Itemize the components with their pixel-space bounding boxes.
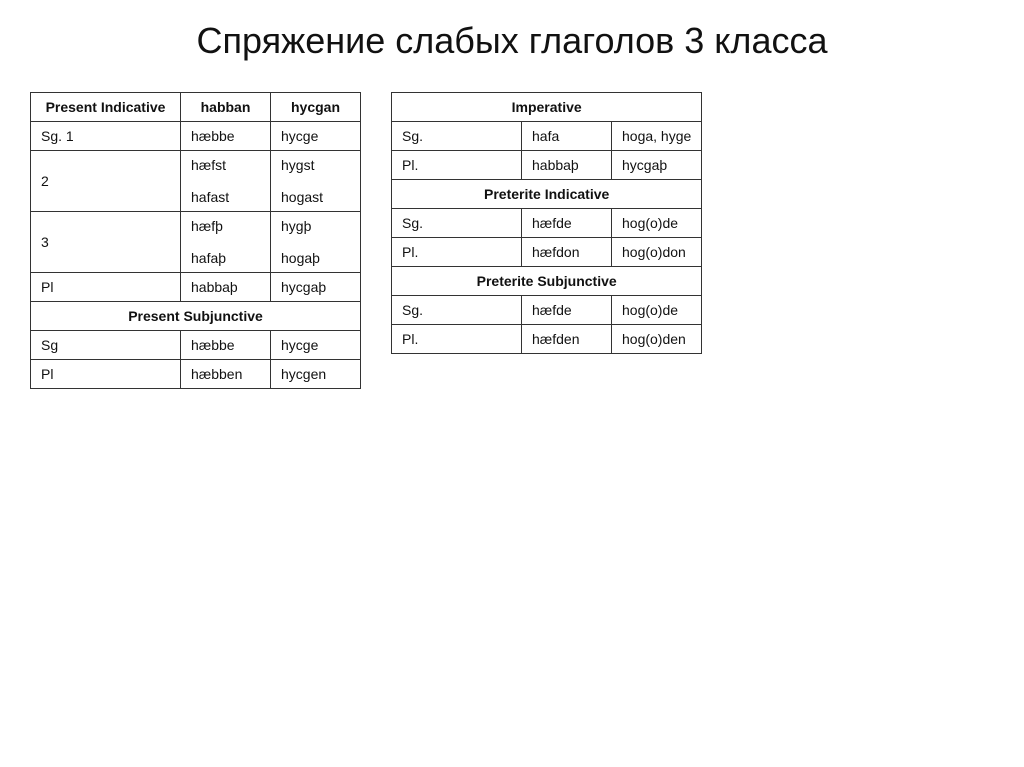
row-col2: hog(o)den bbox=[612, 325, 702, 354]
left-header-col1: habban bbox=[181, 93, 271, 122]
row-label: Sg. 1 bbox=[31, 122, 181, 151]
row-col1: habbaþ bbox=[522, 151, 612, 180]
row-col1: hæfden bbox=[522, 325, 612, 354]
row-label: Sg bbox=[31, 331, 181, 360]
row-col2: hycge bbox=[271, 331, 361, 360]
row-col2: hycgen bbox=[271, 360, 361, 389]
table-row: Sg hæbbe hycge bbox=[31, 331, 361, 360]
row-col1: hæfþ hafaþ bbox=[181, 212, 271, 273]
row-col1: hæfdon bbox=[522, 238, 612, 267]
left-table: Present Indicative habban hycgan Sg. 1 h… bbox=[30, 92, 361, 389]
table-row: 2 hæfst hafast hygst hogast bbox=[31, 151, 361, 212]
row-label: 2 bbox=[31, 151, 181, 212]
right-table: Imperative Sg. hafa hoga, hyge Pl. habba… bbox=[391, 92, 702, 354]
section-header-row: Present Subjunctive bbox=[31, 302, 361, 331]
imperative-header: Imperative bbox=[392, 93, 702, 122]
page-title: Спряжение слабых глаголов 3 класса bbox=[20, 20, 1004, 62]
row-col2: hycge bbox=[271, 122, 361, 151]
left-header-col0: Present Indicative bbox=[31, 93, 181, 122]
section-header-row: Preterite Indicative bbox=[392, 180, 702, 209]
table-row: Pl. hæfdon hog(o)don bbox=[392, 238, 702, 267]
row-col1: hæfde bbox=[522, 296, 612, 325]
table-row: Pl habbaþ hycgaþ bbox=[31, 273, 361, 302]
table-row: Pl. habbaþ hycgaþ bbox=[392, 151, 702, 180]
row-col2: hycgaþ bbox=[271, 273, 361, 302]
row-label: 3 bbox=[31, 212, 181, 273]
row-col1: hæfst hafast bbox=[181, 151, 271, 212]
row-col1: hæbbe bbox=[181, 331, 271, 360]
row-label: Pl bbox=[31, 360, 181, 389]
table-row: 3 hæfþ hafaþ hygþ hogaþ bbox=[31, 212, 361, 273]
row-col1: habbaþ bbox=[181, 273, 271, 302]
row-label: Sg. bbox=[392, 122, 522, 151]
row-label: Pl bbox=[31, 273, 181, 302]
table-row: Pl hæbben hycgen bbox=[31, 360, 361, 389]
tables-container: Present Indicative habban hycgan Sg. 1 h… bbox=[20, 92, 1004, 389]
row-col2: hygst hogast bbox=[271, 151, 361, 212]
right-section: Imperative Sg. hafa hoga, hyge Pl. habba… bbox=[391, 92, 702, 354]
section-header-row: Imperative bbox=[392, 93, 702, 122]
pret-subj-header: Preterite Subjunctive bbox=[392, 267, 702, 296]
row-label: Pl. bbox=[392, 325, 522, 354]
row-col2: hog(o)de bbox=[612, 296, 702, 325]
row-col2: hog(o)don bbox=[612, 238, 702, 267]
row-col2: hog(o)de bbox=[612, 209, 702, 238]
row-col1: hæbbe bbox=[181, 122, 271, 151]
left-header-col2: hycgan bbox=[271, 93, 361, 122]
row-col2: hygþ hogaþ bbox=[271, 212, 361, 273]
pret-ind-header: Preterite Indicative bbox=[392, 180, 702, 209]
row-label: Sg. bbox=[392, 296, 522, 325]
table-row: Sg. hafa hoga, hyge bbox=[392, 122, 702, 151]
left-section: Present Indicative habban hycgan Sg. 1 h… bbox=[30, 92, 361, 389]
row-label: Pl. bbox=[392, 151, 522, 180]
table-row: Sg. hæfde hog(o)de bbox=[392, 296, 702, 325]
row-col2: hycgaþ bbox=[612, 151, 702, 180]
present-subjunctive-header: Present Subjunctive bbox=[31, 302, 361, 331]
table-row: Sg. 1 hæbbe hycge bbox=[31, 122, 361, 151]
row-col1: hæbben bbox=[181, 360, 271, 389]
section-header-row: Preterite Subjunctive bbox=[392, 267, 702, 296]
row-col1: hæfde bbox=[522, 209, 612, 238]
table-row: Sg. hæfde hog(o)de bbox=[392, 209, 702, 238]
row-label: Sg. bbox=[392, 209, 522, 238]
table-row: Pl. hæfden hog(o)den bbox=[392, 325, 702, 354]
row-col2: hoga, hyge bbox=[612, 122, 702, 151]
row-label: Pl. bbox=[392, 238, 522, 267]
row-col1: hafa bbox=[522, 122, 612, 151]
